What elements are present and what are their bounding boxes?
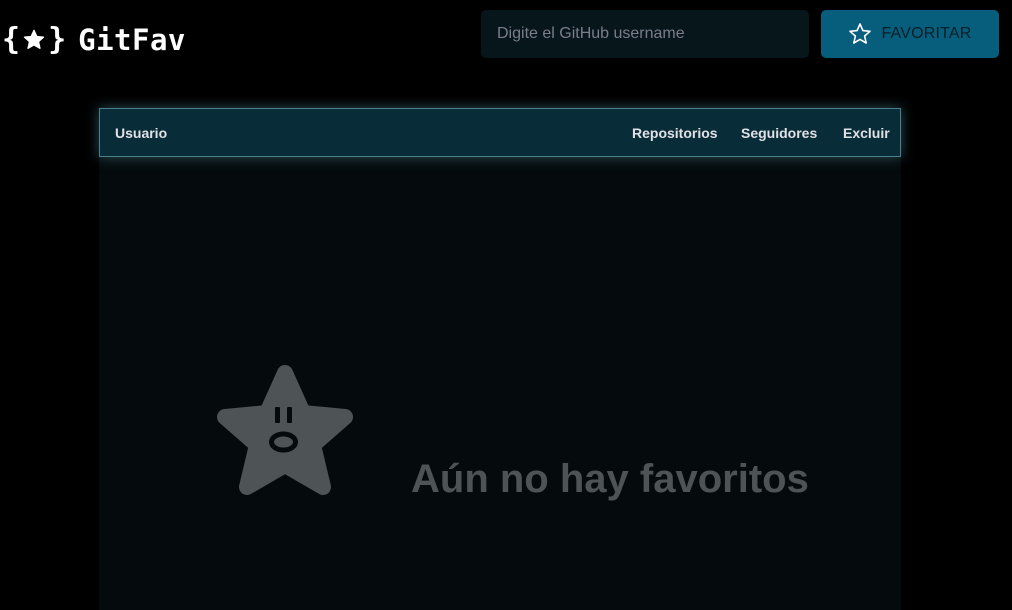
star-icon	[23, 29, 45, 49]
column-header-repositories: Repositorios	[632, 125, 718, 141]
favorite-button[interactable]: FAVORITAR	[821, 10, 999, 58]
column-header-followers: Seguidores	[741, 125, 818, 141]
logo-open-brace: {	[2, 22, 21, 57]
empty-state: Aún no hay favoritos	[99, 157, 901, 610]
column-header-user: Usuario	[115, 125, 168, 141]
star-outline-icon	[849, 23, 872, 44]
favorite-button-label: FAVORITAR	[881, 25, 972, 42]
app-title: GitFav	[78, 23, 186, 57]
empty-state-message: Aún no hay favoritos	[411, 457, 809, 501]
logo-close-brace: }	[48, 22, 67, 57]
favorites-table: Usuario Repositorios Seguidores Excluir …	[99, 108, 901, 610]
column-header-exclude: Excluir	[843, 125, 890, 141]
table-header: Usuario Repositorios Seguidores Excluir	[99, 108, 901, 157]
logo: { } GitFav	[2, 20, 186, 60]
search-input[interactable]	[481, 10, 809, 58]
surprised-star-icon	[217, 365, 353, 495]
